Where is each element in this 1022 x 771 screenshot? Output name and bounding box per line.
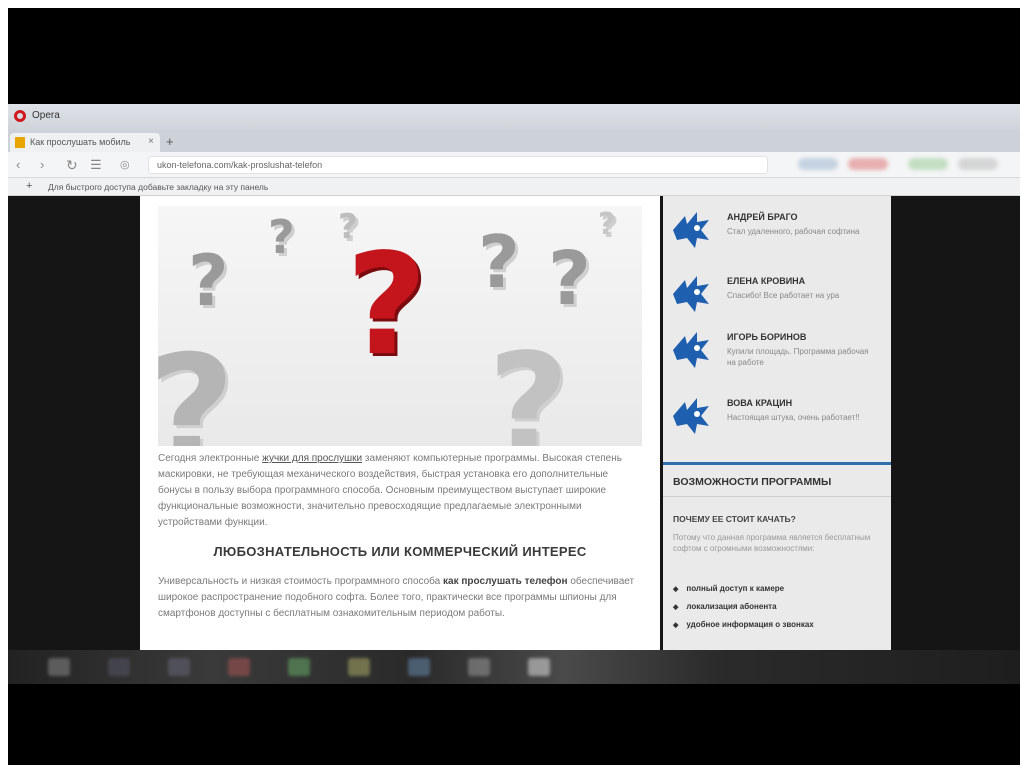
- question-mark-icon: ?: [158, 336, 235, 446]
- site-info-icon[interactable]: ◎: [120, 158, 130, 171]
- sonic-avatar-icon: [673, 398, 709, 434]
- para2-text: Универсальность и низкая стоимость прогр…: [158, 576, 444, 587]
- taskbar-app-icon[interactable]: [228, 658, 250, 676]
- user-comment: Купили площадь. Программа рабочая на раб…: [727, 347, 869, 367]
- question-mark-icon: ?: [488, 324, 570, 447]
- new-tab-button[interactable]: +: [166, 134, 174, 149]
- para2-keyword[interactable]: как прослушать телефон: [443, 576, 568, 587]
- speed-dial-icon[interactable]: ☰: [90, 157, 102, 173]
- menu-icon[interactable]: [958, 158, 998, 170]
- desktop-screen: Opera Как прослушать мобиль × + ‹ › ↻ ☰ …: [8, 104, 1020, 684]
- bookmarks-bar: + Для быстрого доступа добавьте закладку…: [8, 178, 1020, 196]
- question-mark-icon: ?: [598, 207, 616, 242]
- why-text: Потому что данная программа является бес…: [673, 533, 871, 553]
- reload-icon[interactable]: ↻: [66, 157, 78, 174]
- window-title: Opera: [32, 110, 60, 121]
- tab-close-icon[interactable]: ×: [148, 136, 154, 147]
- user-name: ЕЛЕНА КРОВИНА: [727, 276, 806, 286]
- sidebar-divider: [663, 462, 891, 465]
- bookmarks-hint: Для быстрого доступа добавьте закладку н…: [48, 182, 269, 192]
- browser-tab[interactable]: Как прослушать мобиль ×: [10, 133, 160, 152]
- favicon-icon: [15, 137, 25, 148]
- taskbar-app-icon[interactable]: [468, 658, 490, 676]
- taskbar-app-icon[interactable]: [348, 658, 370, 676]
- forward-icon[interactable]: ›: [40, 157, 44, 172]
- extension-icon[interactable]: [908, 158, 948, 170]
- tab-label: Как прослушать мобиль: [30, 137, 131, 147]
- tab-strip: Как прослушать мобиль × +: [8, 130, 1020, 152]
- add-bookmark-icon[interactable]: +: [26, 180, 32, 192]
- taskbar-app-icon[interactable]: [408, 658, 430, 676]
- back-icon[interactable]: ‹: [16, 157, 20, 172]
- intro-link[interactable]: жучки для прослушки: [262, 453, 362, 464]
- intro-text: Сегодня электронные жучки для прослушки …: [158, 453, 622, 528]
- user-name: ИГОРЬ БОРИНОВ: [727, 332, 807, 342]
- user-comment: Настоящая штука, очень работает!!: [727, 413, 860, 422]
- sonic-avatar-icon: [673, 212, 709, 248]
- taskbar-app-icon[interactable]: [108, 658, 130, 676]
- testimonial: ЕЛЕНА КРОВИНА Спасибо! Все работает на у…: [671, 274, 886, 334]
- extension-icon[interactable]: [798, 158, 838, 170]
- taskbar-app-icon[interactable]: [168, 658, 190, 676]
- divider: [663, 496, 891, 497]
- question-mark-icon: ?: [188, 240, 229, 322]
- taskbar: [8, 650, 1020, 684]
- taskbar-app-icon[interactable]: [528, 658, 550, 676]
- feature-item: удобное информация о звонках: [673, 620, 813, 629]
- user-name: ВОВА КРАЦИН: [727, 398, 793, 408]
- section-heading: ЛЮБОЗНАТЕЛЬНОСТЬ ИЛИ КОММЕРЧЕСКИЙ ИНТЕРЕ…: [213, 544, 587, 559]
- why-title: ПОЧЕМУ ЕЕ СТОИТ КАЧАТЬ?: [673, 514, 796, 524]
- red-question-mark-icon: ?: [346, 224, 428, 387]
- url-input[interactable]: ukon-telefona.com/kak-proslushat-telefon: [148, 156, 768, 174]
- article-intro: Сегодня электронные жучки для прослушки …: [158, 451, 642, 531]
- user-comment: Стал удаленного, рабочая софтина: [727, 227, 860, 236]
- article-column: ? ? ? ? ? ? ? ? ? Сегодня электронные жу…: [140, 196, 660, 650]
- question-mark-icon: ?: [548, 236, 591, 322]
- address-bar: ‹ › ↻ ☰ ◎ ukon-telefona.com/kak-proslush…: [8, 152, 1020, 178]
- testimonial: ВОВА КРАЦИН Настоящая штука, очень работ…: [671, 396, 886, 456]
- question-mark-icon: ?: [268, 210, 295, 264]
- opera-logo-icon[interactable]: [14, 110, 26, 122]
- url-text: ukon-telefona.com/kak-proslushat-telefon: [157, 160, 323, 170]
- browser-titlebar: Opera: [8, 104, 1020, 130]
- taskbar-app-icon[interactable]: [48, 658, 70, 676]
- testimonial: ИГОРЬ БОРИНОВ Купили площадь. Программа …: [671, 330, 886, 390]
- sonic-avatar-icon: [673, 276, 709, 312]
- hero-image: ? ? ? ? ? ? ? ? ?: [158, 206, 642, 446]
- extension-icon[interactable]: [848, 158, 888, 170]
- features-title: ВОЗМОЖНОСТИ ПРОГРАММЫ: [673, 476, 832, 488]
- web-page: ? ? ? ? ? ? ? ? ? Сегодня электронные жу…: [8, 196, 1020, 650]
- taskbar-app-icon[interactable]: [288, 658, 310, 676]
- user-comment: Спасибо! Все работает на ура: [727, 291, 840, 300]
- feature-item: полный доступ к камере: [673, 584, 784, 593]
- video-frame: Opera Как прослушать мобиль × + ‹ › ↻ ☰ …: [8, 8, 1020, 765]
- article-paragraph: Универсальность и низкая стоимость прогр…: [158, 574, 642, 622]
- testimonial: АНДРЕЙ БРАГО Стал удаленного, рабочая со…: [671, 210, 886, 270]
- user-name: АНДРЕЙ БРАГО: [727, 212, 798, 222]
- sidebar: АНДРЕЙ БРАГО Стал удаленного, рабочая со…: [663, 196, 891, 650]
- feature-item: локализация абонента: [673, 602, 776, 611]
- question-mark-icon: ?: [478, 220, 520, 304]
- sonic-avatar-icon: [673, 332, 709, 368]
